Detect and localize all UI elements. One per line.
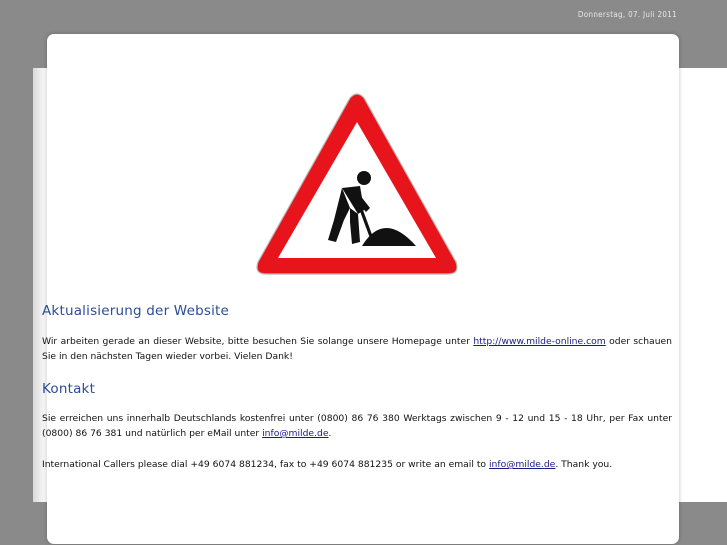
contact-text-end: . <box>328 428 332 439</box>
update-heading: Aktualisierung der Website <box>42 303 230 319</box>
international-text-start: International Callers please dial +49 60… <box>42 459 489 470</box>
page: Donnerstag, 07. Juli 2011 Aktualisierung… <box>0 0 727 545</box>
top-bar: Donnerstag, 07. Juli 2011 <box>0 0 727 34</box>
contact-email-link[interactable]: info@milde.de <box>262 428 328 439</box>
update-text-start: Wir arbeiten gerade an dieser Website, b… <box>42 336 474 347</box>
international-text: International Callers please dial +49 60… <box>42 457 672 472</box>
contact-heading: Kontakt <box>42 381 96 397</box>
contact-text: Sie erreichen uns innerhalb Deutschlands… <box>42 411 672 441</box>
road-works-warning-sign-icon <box>256 93 458 275</box>
international-email-link[interactable]: info@milde.de <box>489 459 555 470</box>
current-date: Donnerstag, 07. Juli 2011 <box>577 10 677 19</box>
international-text-end: . Thank you. <box>555 459 613 470</box>
update-text: Wir arbeiten gerade an dieser Website, b… <box>42 334 672 364</box>
homepage-link[interactable]: http://www.milde-online.com <box>473 336 605 347</box>
contact-text-start: Sie erreichen uns innerhalb Deutschlands… <box>42 413 672 439</box>
